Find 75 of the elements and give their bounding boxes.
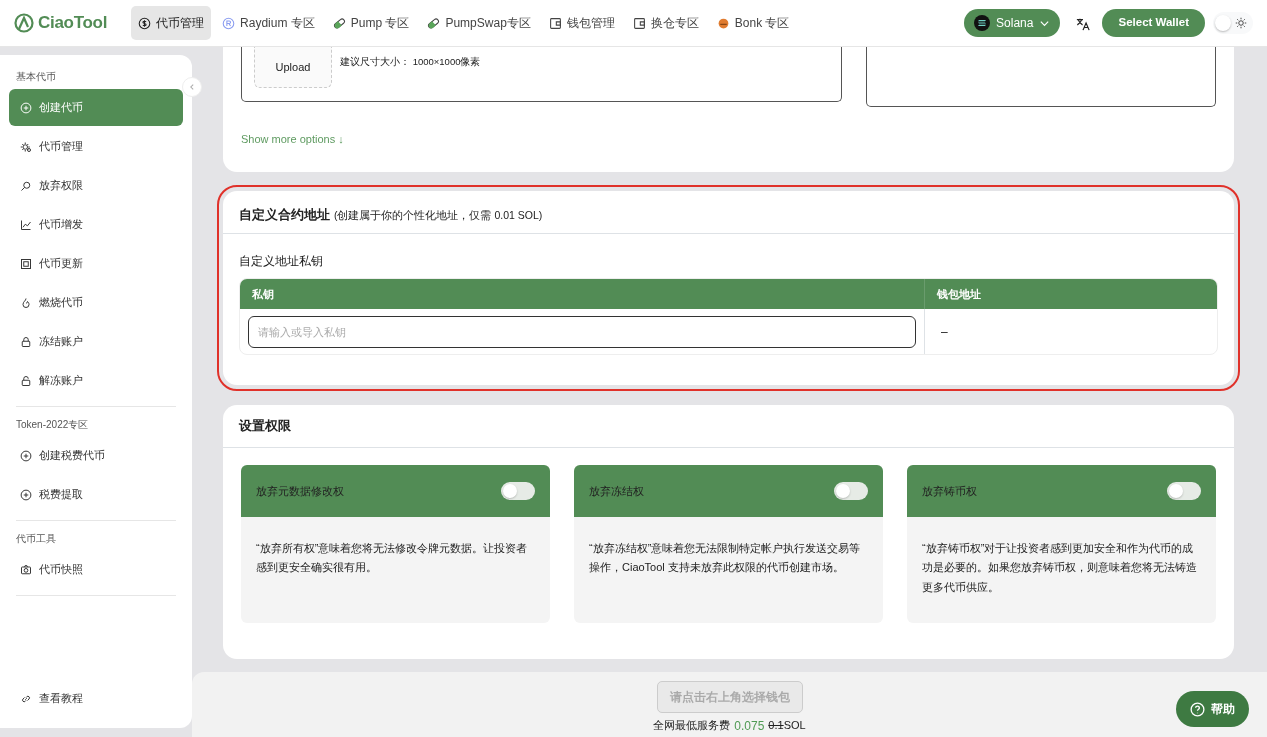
toggle-switch[interactable] <box>501 482 535 500</box>
coin-icon <box>138 16 152 30</box>
wallet-icon <box>632 16 646 30</box>
panel-description: “放弃铸币权”对于让投资者感到更加安全和作为代币的成功是必要的。如果您放弃铸币权，则意味着您将无法铸造更多代币供应。 <box>921 541 1198 595</box>
nav-tab[interactable]: PumpSwap专区 <box>420 6 538 40</box>
sidebar-item[interactable]: 代币更新 <box>9 245 183 282</box>
nav-tab[interactable]: Pump 专区 <box>325 6 417 40</box>
fee-unit: SOL <box>783 718 806 733</box>
network-dropdown[interactable]: Solana <box>964 9 1061 37</box>
pill-icon <box>427 16 441 30</box>
select-wallet-button[interactable]: Select Wallet <box>1102 9 1205 37</box>
panel-title: 放弃铸币权 <box>922 483 977 499</box>
toggle-switch[interactable] <box>834 482 868 500</box>
panel-title: 放弃冻结权 <box>589 483 644 499</box>
sidebar-item[interactable]: 代币增发 <box>9 206 183 243</box>
sidebar-item[interactable]: 燃烧代币 <box>9 284 183 321</box>
unlock-icon <box>20 374 32 387</box>
flame-icon <box>20 296 32 309</box>
logo-icon <box>14 13 34 33</box>
private-key-field[interactable]: 请输入或导入私钥 <box>248 315 916 348</box>
field-label: 自定义地址私钥 <box>239 253 324 270</box>
sidebar-item[interactable]: 创建代币 <box>9 89 183 126</box>
upload-hint: 建议尺寸大小： 1000×1000像素 <box>340 55 481 69</box>
table-cell-text: – <box>940 323 948 341</box>
tutorial-link[interactable]: 查看教程 <box>9 680 183 717</box>
gear-icon <box>20 140 32 153</box>
sidebar-item[interactable]: 冻结账户 <box>9 323 183 360</box>
wallet-icon <box>548 16 562 30</box>
sidebar-item[interactable]: 解冻账户 <box>9 362 183 399</box>
fee-label: 全网最低服务费 <box>653 718 731 733</box>
panel-description: “放弃所有权”意味着您将无法修改令牌元数据。让投资者感到更安全确实很有用。 <box>255 541 529 576</box>
sidebar-item[interactable]: 代币快照 <box>9 551 183 588</box>
section-heading: 代币工具 <box>15 532 57 546</box>
column-header: 私钥 <box>240 279 924 309</box>
chart-icon <box>20 218 32 231</box>
stripes-logo-icon <box>974 15 991 31</box>
card-title: 设置权限 <box>239 417 291 435</box>
panel-description: “放弃冻结权”意味着您无法限制特定帐户执行发送交易等操作，CiaoTool 支持未放弃此权限的代币创建市场。 <box>588 541 862 576</box>
lock-icon <box>20 335 32 348</box>
sidebar-item[interactable]: 税费提取 <box>9 476 183 513</box>
help-icon <box>1190 701 1205 717</box>
text-area[interactable] <box>865 47 1216 107</box>
chevron-left-icon <box>188 83 196 91</box>
sidebar-item[interactable]: 放弃权限 <box>9 167 183 204</box>
panel-title: 放弃元数据修改权 <box>256 483 344 499</box>
card-title: 自定义合约地址 <box>239 207 330 224</box>
old-fee: 0.1 <box>768 718 784 733</box>
plus-circle-icon <box>20 488 32 501</box>
sun-icon <box>1235 17 1247 29</box>
card-subtitle: (创建属于你的个性化地址，仅需 0.01 SOL) <box>334 208 543 223</box>
camera-icon <box>20 563 32 576</box>
coin-icon <box>716 16 730 30</box>
nav-tab[interactable]: Bonk 专区 <box>709 6 797 40</box>
plus-circle-icon <box>20 449 32 462</box>
column-header: 钱包地址 <box>923 279 1217 309</box>
nav-tab[interactable]: 代币管理 <box>131 6 212 40</box>
sidebar-item[interactable]: 创建税费代币 <box>9 437 183 474</box>
theme-switch[interactable] <box>1213 12 1253 34</box>
section-heading: 基本代币 <box>15 70 57 84</box>
section-heading: Token-2022专区 <box>15 418 90 432</box>
toggle-switch[interactable] <box>1167 482 1201 500</box>
square-icon <box>20 257 32 270</box>
search-icon <box>20 179 32 192</box>
pill-icon <box>332 16 346 30</box>
upload-button[interactable]: Upload <box>254 47 332 88</box>
sidebar-item[interactable]: 代币管理 <box>9 128 183 165</box>
plus-circle-icon <box>20 101 32 114</box>
nav-tab[interactable]: 换仓专区 <box>625 6 706 40</box>
fee-value: 0.075 <box>734 718 765 735</box>
logo-text: CiaoTool <box>38 12 108 35</box>
show-more-link[interactable]: Show more options ↓ <box>241 131 344 148</box>
nav-tab[interactable]: 钱包管理 <box>541 6 622 40</box>
nav-tab[interactable]: Raydium 专区 <box>215 6 322 40</box>
submit-button: 请点击右上角选择钱包 <box>656 681 803 713</box>
r-letter-icon <box>222 16 236 30</box>
